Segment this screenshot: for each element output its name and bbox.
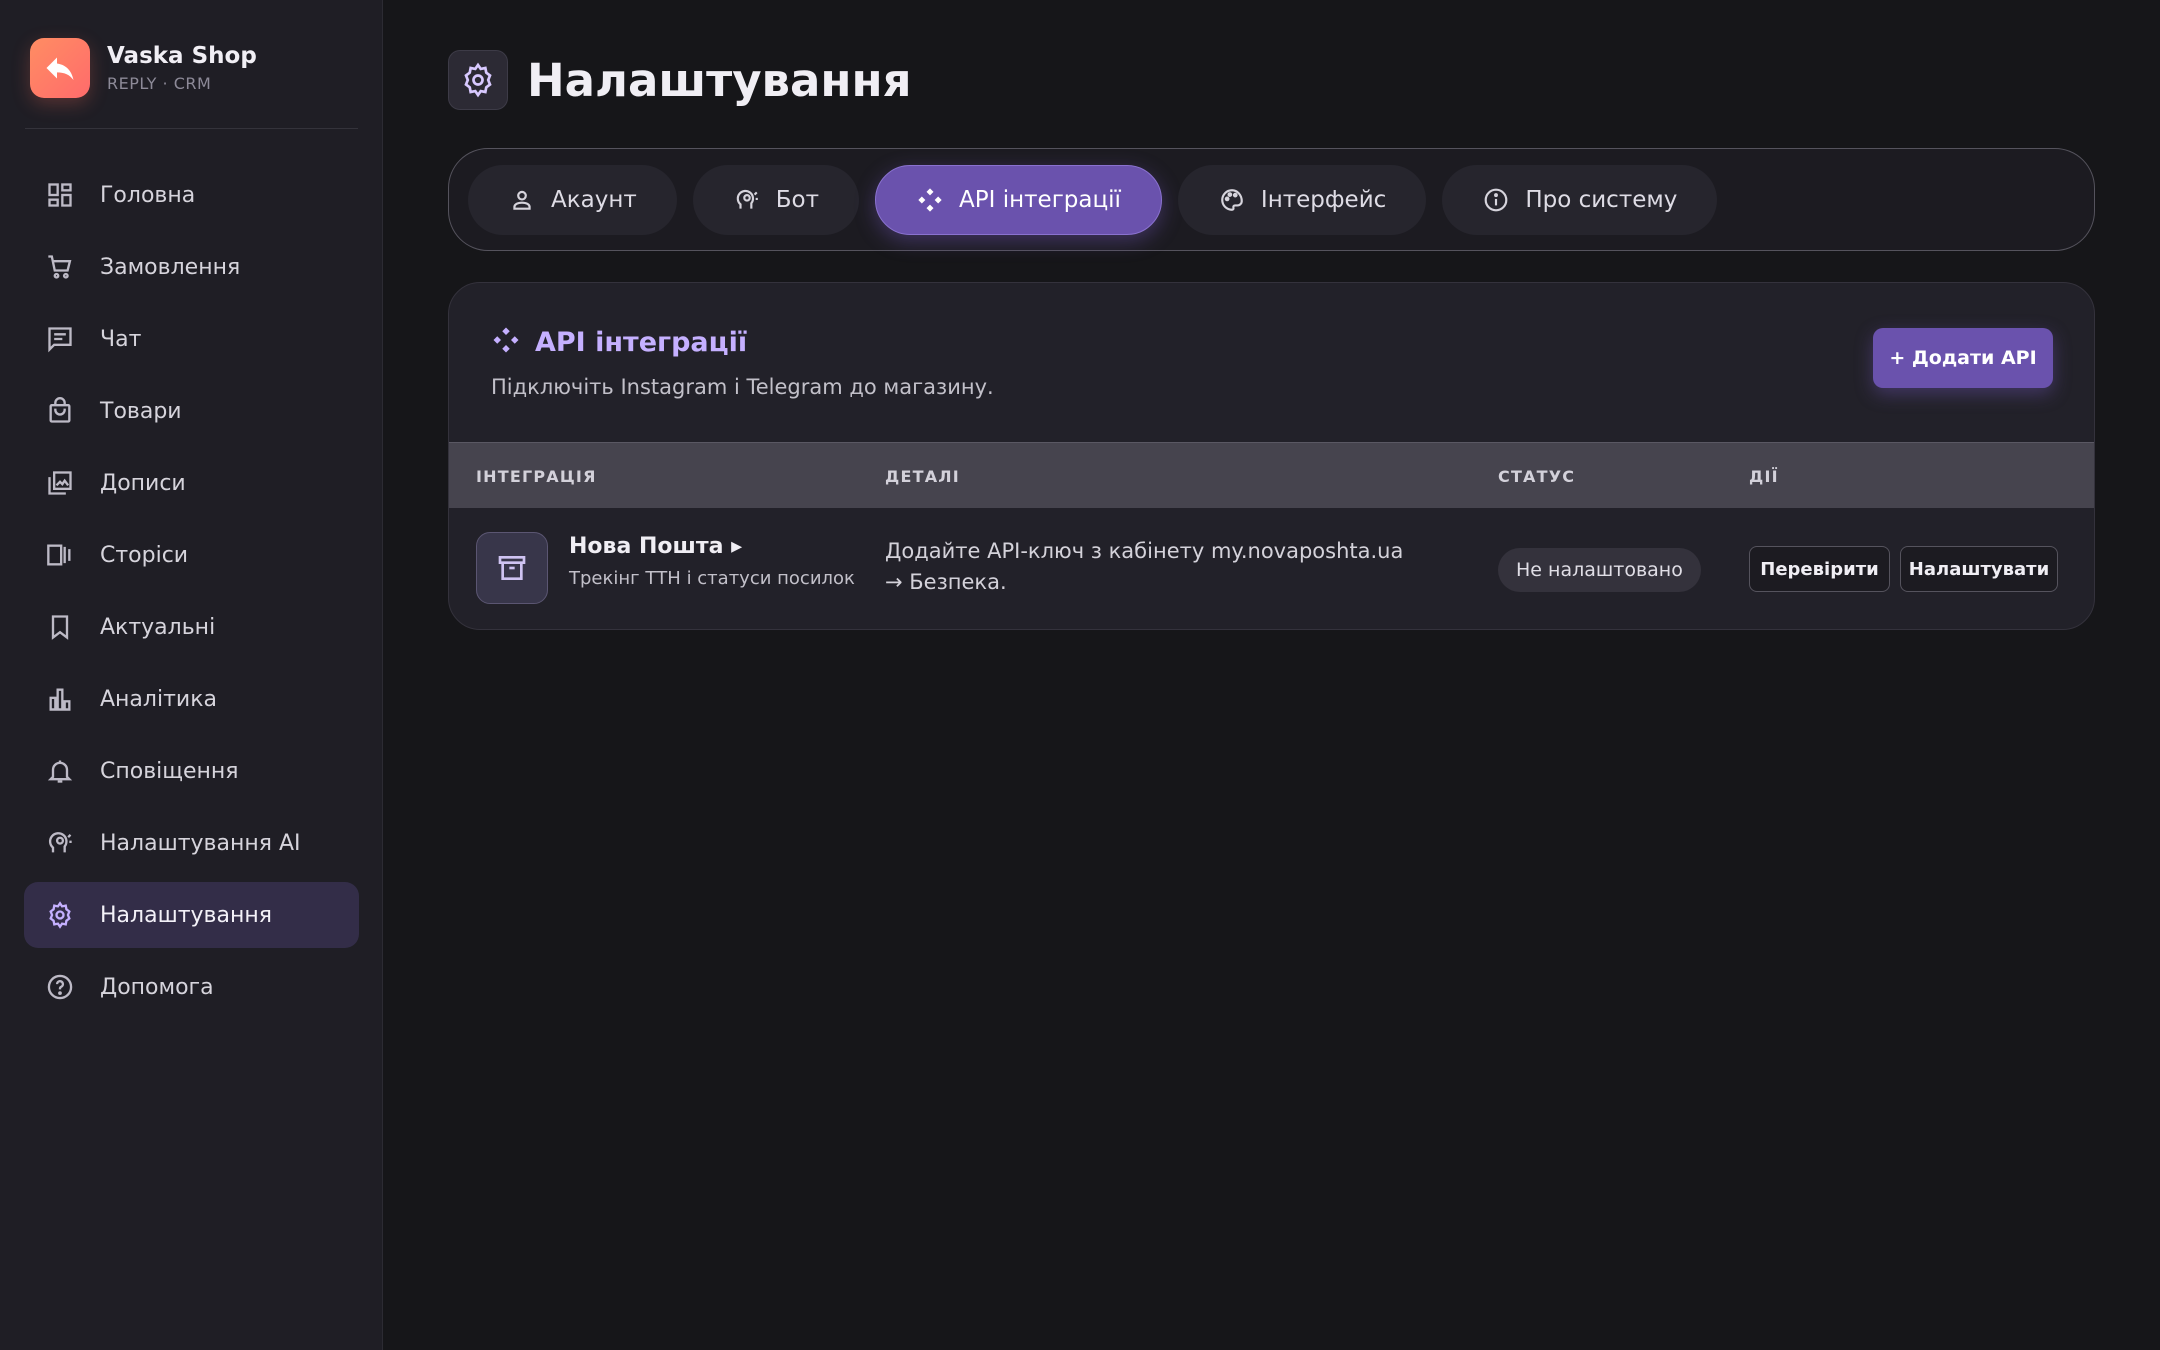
sidebar-nav: Головна Замовлення Чат Товари Дописи Сто… xyxy=(24,162,359,1026)
sidebar-item-label: Замовлення xyxy=(100,254,241,280)
column-header: ДІЇ xyxy=(1749,467,1779,486)
stories-icon xyxy=(45,540,75,570)
tab-label: Бот xyxy=(775,186,820,213)
table-row: Нова Пошта ▸ Трекінг ТТН і статуси посил… xyxy=(449,508,2094,629)
sidebar-item-ai-settings[interactable]: Налаштування AI xyxy=(24,810,359,876)
api-icon xyxy=(916,186,944,214)
sidebar-item-help[interactable]: Допомога xyxy=(24,954,359,1020)
page-title: Налаштування xyxy=(527,53,912,107)
bar-chart-icon xyxy=(45,684,75,714)
tab-label: Про систему xyxy=(1525,186,1678,213)
person-icon xyxy=(508,186,536,214)
api-integrations-card: API інтеграції Підключіть Instagram і Te… xyxy=(448,282,2095,630)
chat-icon xyxy=(45,324,75,354)
card-header: API інтеграції xyxy=(491,325,747,359)
gear-icon xyxy=(448,50,508,110)
sidebar-item-label: Налаштування xyxy=(100,902,272,928)
page-header: Налаштування xyxy=(448,50,911,110)
sidebar-item-chat[interactable]: Чат xyxy=(24,306,359,372)
sidebar-item-highlights[interactable]: Актуальні xyxy=(24,594,359,660)
tab-bot[interactable]: Бот xyxy=(692,164,860,235)
divider xyxy=(25,128,358,129)
sidebar-item-home[interactable]: Головна xyxy=(24,162,359,228)
gear-icon xyxy=(45,900,75,930)
tab-label: Акаунт xyxy=(551,186,637,213)
bell-icon xyxy=(45,756,75,786)
archive-box-icon xyxy=(476,532,548,604)
sidebar-item-analytics[interactable]: Аналітика xyxy=(24,666,359,732)
brand-subtitle: REPLY · CRM xyxy=(107,74,212,94)
sidebar-item-products[interactable]: Товари xyxy=(24,378,359,444)
sidebar-item-orders[interactable]: Замовлення xyxy=(24,234,359,300)
info-icon xyxy=(1482,186,1510,214)
check-button[interactable]: Перевірити xyxy=(1749,546,1890,592)
sidebar-item-settings[interactable]: Налаштування xyxy=(24,882,359,948)
reply-arrow-icon xyxy=(30,38,90,98)
column-header: ІНТЕГРАЦІЯ xyxy=(476,467,597,486)
sidebar-item-label: Аналітика xyxy=(100,686,217,712)
sidebar-item-label: Головна xyxy=(100,182,196,208)
tab-about[interactable]: Про систему xyxy=(1442,164,1718,235)
tab-label: API інтеграції xyxy=(959,186,1121,213)
tab-api-integrations[interactable]: API інтеграції xyxy=(875,164,1162,235)
sidebar-item-label: Товари xyxy=(100,398,182,424)
sidebar: Vaska Shop REPLY · CRM Головна Замовленн… xyxy=(0,0,383,1350)
sidebar-item-notifications[interactable]: Сповіщення xyxy=(24,738,359,804)
brand-name: Vaska Shop xyxy=(107,42,257,69)
add-api-button[interactable]: + Додати API xyxy=(1873,328,2053,388)
status-badge: Не налаштовано xyxy=(1498,548,1701,592)
sidebar-item-label: Дописи xyxy=(100,470,186,496)
ai-head-icon xyxy=(45,828,75,858)
shopping-bag-icon xyxy=(45,396,75,426)
tab-interface[interactable]: Інтерфейс xyxy=(1177,164,1427,235)
card-title: API інтеграції xyxy=(535,326,748,358)
api-icon xyxy=(491,325,521,359)
sidebar-item-label: Актуальні xyxy=(100,614,216,640)
sidebar-item-label: Чат xyxy=(100,326,142,352)
tab-label: Інтерфейс xyxy=(1260,186,1387,213)
column-header: СТАТУС xyxy=(1498,467,1576,486)
table-header: ІНТЕГРАЦІЯ ДЕТАЛІ СТАТУС ДІЇ xyxy=(449,442,2094,508)
palette-icon xyxy=(1218,186,1246,214)
sidebar-item-posts[interactable]: Дописи xyxy=(24,450,359,516)
cart-icon xyxy=(45,252,75,282)
integration-subtitle: Трекінг ТТН і статуси посилок xyxy=(569,568,855,589)
sidebar-item-stories[interactable]: Сторіси xyxy=(24,522,359,588)
card-description: Підключіть Instagram і Telegram до магаз… xyxy=(491,375,994,399)
column-header: ДЕТАЛІ xyxy=(885,467,960,486)
bookmark-icon xyxy=(45,612,75,642)
dashboard-icon xyxy=(45,180,75,210)
configure-button[interactable]: Налаштувати xyxy=(1900,546,2058,592)
integration-details: Додайте API-ключ з кабінету my.novaposht… xyxy=(885,539,1404,594)
sidebar-item-label: Сповіщення xyxy=(100,758,239,784)
sidebar-item-label: Сторіси xyxy=(100,542,189,568)
brand[interactable]: Vaska Shop REPLY · CRM xyxy=(30,38,257,98)
help-icon xyxy=(45,972,75,1002)
sidebar-item-label: Налаштування AI xyxy=(100,830,301,856)
photo-library-icon xyxy=(45,468,75,498)
ai-head-icon xyxy=(733,186,761,214)
integration-name[interactable]: Нова Пошта ▸ xyxy=(569,534,742,559)
sidebar-item-label: Допомога xyxy=(100,974,214,1000)
settings-tabs: Акаунт Бот API інтеграції Інтерфейс Про … xyxy=(448,148,2095,251)
tab-account[interactable]: Акаунт xyxy=(468,164,677,235)
